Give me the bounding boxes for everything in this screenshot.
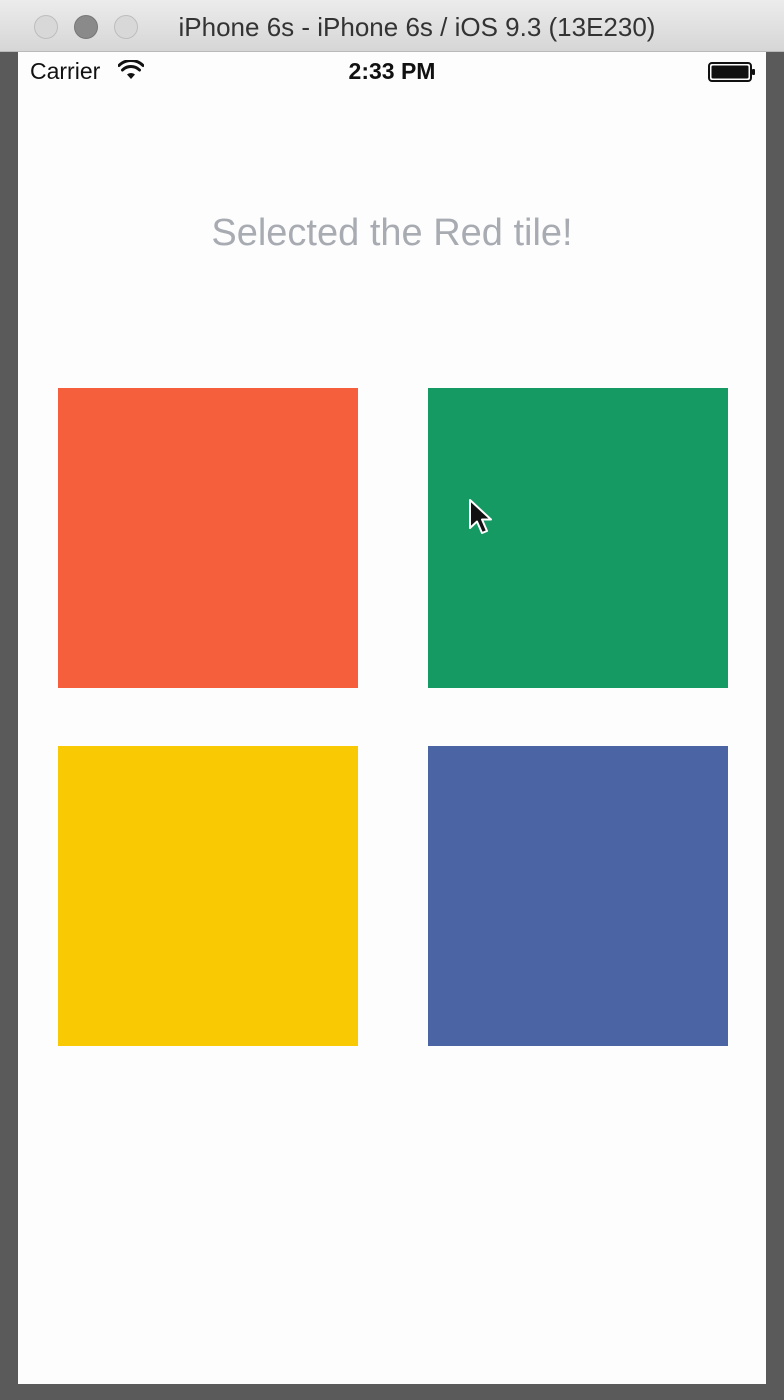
device-screen: Carrier 2:33 PM Selected the Red tile! bbox=[18, 52, 766, 1384]
yellow-tile[interactable] bbox=[58, 746, 358, 1046]
green-tile[interactable] bbox=[428, 388, 728, 688]
window-titlebar: iPhone 6s - iPhone 6s / iOS 9.3 (13E230) bbox=[0, 0, 784, 52]
pointer-cursor-icon bbox=[469, 499, 492, 534]
status-bar: Carrier 2:33 PM bbox=[18, 52, 766, 92]
close-window-button[interactable] bbox=[34, 15, 58, 39]
status-time: 2:33 PM bbox=[348, 58, 436, 84]
minimize-window-button[interactable] bbox=[74, 15, 98, 39]
blue-tile[interactable] bbox=[428, 746, 728, 1046]
zoom-window-button[interactable] bbox=[114, 15, 138, 39]
simulator-window: iPhone 6s - iPhone 6s / iOS 9.3 (13E230)… bbox=[0, 0, 784, 1400]
window-title: iPhone 6s - iPhone 6s / iOS 9.3 (13E230) bbox=[178, 12, 656, 42]
selection-message: Selected the Red tile! bbox=[211, 212, 573, 254]
red-tile[interactable] bbox=[58, 388, 358, 688]
battery-icon bbox=[708, 62, 755, 82]
